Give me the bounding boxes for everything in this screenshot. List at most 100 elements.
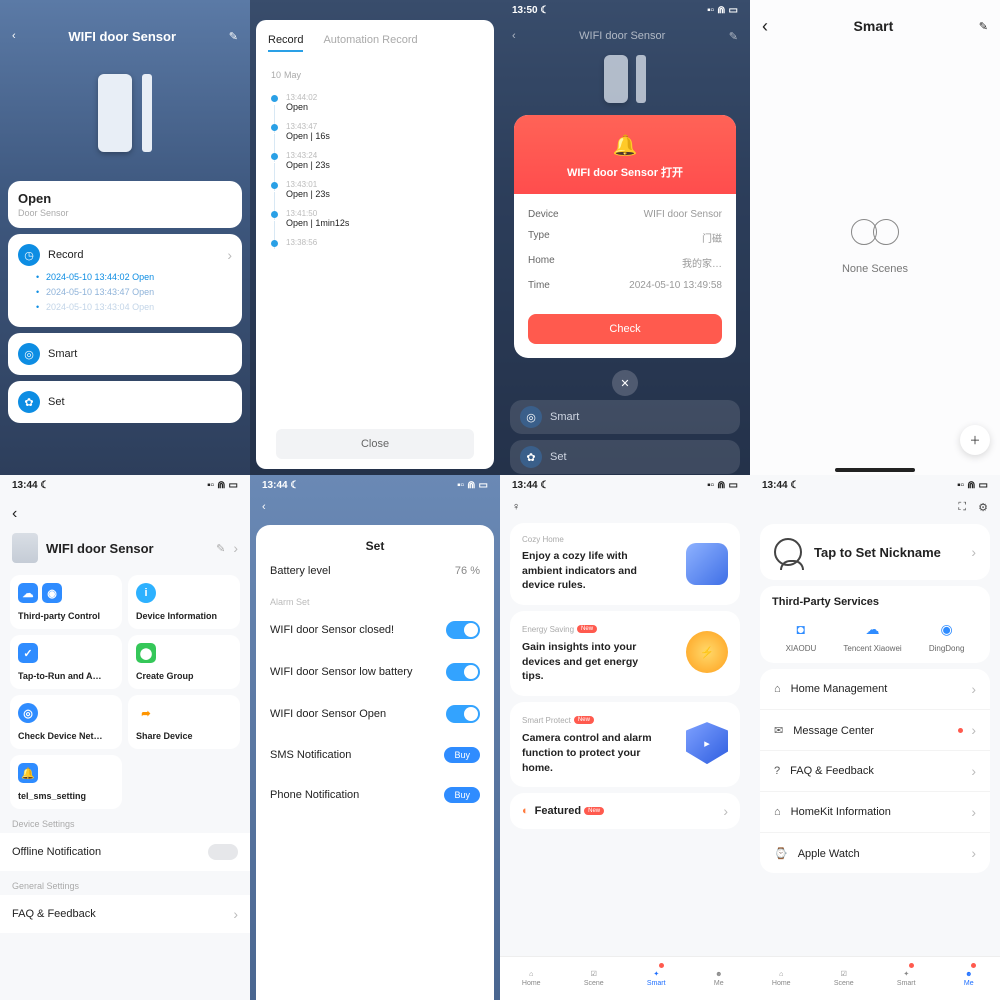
phone-row[interactable]: Phone NotificationBuy bbox=[270, 775, 480, 815]
door-subtitle: Door Sensor bbox=[18, 208, 232, 218]
toggle-off[interactable] bbox=[208, 844, 238, 860]
none-scenes-icon bbox=[851, 219, 899, 249]
nav-home[interactable]: ⌂Home bbox=[750, 957, 813, 1000]
back-icon[interactable]: ‹ bbox=[262, 501, 266, 513]
nav-scene[interactable]: ☑Scene bbox=[813, 957, 876, 1000]
add-button[interactable]: ＋ bbox=[960, 425, 990, 455]
nickname-row[interactable]: Tap to Set Nickname › bbox=[760, 524, 990, 580]
energy-saving-card[interactable]: Energy SavingNew Gain insights into your… bbox=[510, 611, 740, 696]
tile-third-party[interactable]: ☁◉ Third-party Control bbox=[10, 575, 122, 629]
device-icon bbox=[12, 533, 38, 563]
toggle[interactable] bbox=[446, 621, 480, 639]
cozy-home-card[interactable]: Cozy Home Enjoy a cozy life with ambient… bbox=[510, 523, 740, 605]
alarm-set-header: Alarm Set bbox=[270, 589, 480, 609]
door-state: Open bbox=[18, 191, 232, 206]
smart-row-dim: ◎ Smart bbox=[510, 400, 740, 434]
sms-row[interactable]: SMS NotificationBuy bbox=[270, 735, 480, 775]
tile-device-info[interactable]: i Device Information bbox=[128, 575, 240, 629]
tab-record[interactable]: Record bbox=[268, 34, 303, 52]
edit-icon[interactable]: ✎ bbox=[229, 30, 238, 43]
wifi-icon: ◎ bbox=[18, 703, 38, 723]
page-title: WIFI door Sensor bbox=[68, 29, 176, 44]
help-icon: ? bbox=[774, 765, 780, 777]
smart-row[interactable]: ◎ Smart bbox=[8, 333, 242, 375]
tile-create-group[interactable]: ⬤ Create Group bbox=[128, 635, 240, 689]
home-icon: ⌂ bbox=[774, 683, 781, 695]
record-card[interactable]: ◷ Record › 2024-05-10 13:44:02 Open 2024… bbox=[8, 234, 242, 327]
date-header: 10May bbox=[268, 62, 482, 83]
tab-automation[interactable]: Automation Record bbox=[323, 34, 417, 52]
low-battery-row[interactable]: WIFI door Sensor low battery bbox=[270, 651, 480, 693]
faq-row[interactable]: FAQ & Feedback› bbox=[0, 895, 250, 933]
tile-check-network[interactable]: ◎ Check Device Net… bbox=[10, 695, 122, 749]
xiaodu-item[interactable]: ◘XIAODU bbox=[786, 618, 817, 653]
open-alarm-row[interactable]: WIFI door Sensor Open bbox=[270, 693, 480, 735]
smart-icon: ✦ bbox=[903, 970, 909, 978]
chevron-right-icon[interactable]: › bbox=[233, 540, 238, 556]
scene-icon: ☑ bbox=[591, 970, 597, 978]
set-row-dim: ✿ Set bbox=[510, 440, 740, 474]
alert-dialog: 🔔 WIFI door Sensor 打开 DeviceWIFI door Se… bbox=[514, 115, 736, 358]
closed-alarm-row[interactable]: WIFI door Sensor closed! bbox=[270, 609, 480, 651]
nav-me[interactable]: ☻Me bbox=[688, 957, 751, 1000]
home-icon: ⌂ bbox=[779, 971, 783, 978]
cloud-icon: ☁ bbox=[862, 618, 884, 640]
nav-smart[interactable]: ✦Smart bbox=[625, 957, 688, 1000]
tile-tel-sms[interactable]: 🔔 tel_sms_setting bbox=[10, 755, 122, 809]
smart-protect-card[interactable]: Smart ProtectNew Camera control and alar… bbox=[510, 702, 740, 787]
tile-tap-to-run[interactable]: ✓ Tap-to-Run and A… bbox=[10, 635, 122, 689]
edit-icon[interactable]: ✎ bbox=[979, 20, 988, 33]
smart-label: Smart bbox=[48, 348, 77, 360]
tencent-item[interactable]: ☁Tencent Xiaowei bbox=[843, 618, 901, 653]
buy-button[interactable]: Buy bbox=[444, 747, 480, 763]
edit-icon[interactable]: ✎ bbox=[729, 30, 738, 43]
nav-me[interactable]: ☻Me bbox=[938, 957, 1000, 1000]
tile-share-device[interactable]: ➦ Share Device bbox=[128, 695, 240, 749]
homekit-row[interactable]: ⌂HomeKit Information› bbox=[760, 792, 990, 833]
back-icon[interactable]: ‹ bbox=[512, 30, 516, 42]
home-management-row[interactable]: ⌂Home Management› bbox=[760, 669, 990, 710]
toggle[interactable] bbox=[446, 663, 480, 681]
close-button[interactable]: Close bbox=[276, 429, 474, 459]
xiaodu-icon: ◘ bbox=[790, 618, 812, 640]
apple-watch-row[interactable]: ⌚Apple Watch› bbox=[760, 833, 990, 873]
battery-row: Battery level76 % bbox=[270, 553, 480, 589]
check-button[interactable]: Check bbox=[528, 314, 722, 344]
dingdong-item[interactable]: ◉DingDong bbox=[929, 618, 965, 653]
device-settings-header: Device Settings bbox=[0, 809, 250, 833]
back-icon[interactable]: ‹ bbox=[762, 16, 768, 37]
scene-icon: ☑ bbox=[841, 970, 847, 978]
close-icon[interactable]: ✕ bbox=[612, 370, 638, 396]
featured-row[interactable]: ◐FeaturedNew › bbox=[510, 793, 740, 829]
scan-icon[interactable]: ⛶ bbox=[958, 501, 966, 514]
nav-home[interactable]: ⌂Home bbox=[500, 957, 563, 1000]
settings-icon[interactable]: ⚙ bbox=[978, 501, 988, 514]
none-scenes-label: None Scenes bbox=[750, 263, 1000, 275]
status-card: Open Door Sensor bbox=[8, 181, 242, 228]
offline-notification-row[interactable]: Offline Notification bbox=[0, 833, 250, 871]
alert-title: WIFI door Sensor 打开 bbox=[524, 164, 726, 180]
me-icon: ☻ bbox=[965, 971, 972, 978]
faq-row[interactable]: ?FAQ & Feedback› bbox=[760, 751, 990, 792]
message-center-row[interactable]: ✉Message Center› bbox=[760, 710, 990, 751]
toggle[interactable] bbox=[446, 705, 480, 723]
profile-icon[interactable]: ♀ bbox=[512, 501, 520, 513]
back-icon[interactable]: ‹ bbox=[12, 505, 17, 522]
home-icon: ⌂ bbox=[529, 971, 533, 978]
bell-icon: 🔔 bbox=[18, 763, 38, 783]
smart-icon: ✦ bbox=[653, 970, 659, 978]
nav-scene[interactable]: ☑Scene bbox=[563, 957, 626, 1000]
page-title: WIFI door Sensor bbox=[579, 30, 665, 42]
smart-icon: ◎ bbox=[520, 406, 542, 428]
buy-button[interactable]: Buy bbox=[444, 787, 480, 803]
edit-icon[interactable]: ✎ bbox=[216, 542, 225, 555]
fire-icon: ◐ bbox=[522, 805, 529, 817]
info-icon: i bbox=[136, 583, 156, 603]
set-row[interactable]: ✿ Set bbox=[8, 381, 242, 423]
back-icon[interactable]: ‹ bbox=[12, 30, 16, 42]
home-indicator bbox=[835, 468, 915, 472]
notification-dot bbox=[958, 728, 963, 733]
gear-icon: ✿ bbox=[18, 391, 40, 413]
nav-smart[interactable]: ✦Smart bbox=[875, 957, 938, 1000]
chevron-right-icon: › bbox=[227, 247, 232, 263]
